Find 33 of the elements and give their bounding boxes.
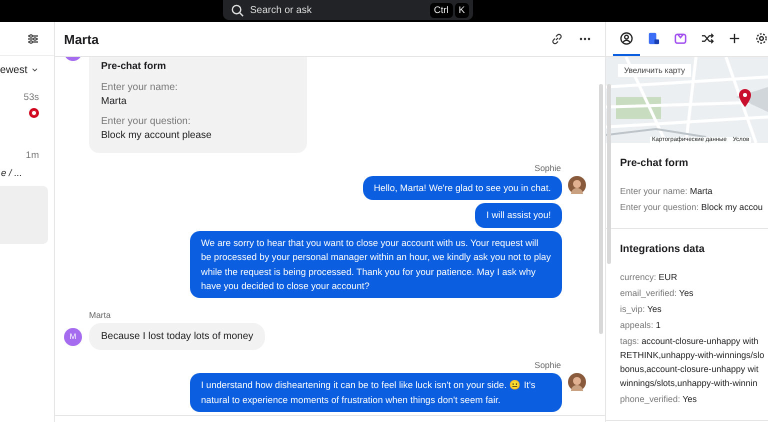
detail-row-text: is_vip: Yes	[620, 303, 663, 316]
field-label: Enter your name:	[101, 82, 179, 93]
conversation-time: 53s	[24, 92, 39, 103]
field-value: Block my account please	[101, 130, 213, 141]
detail-row-text: phone_verified: Yes	[620, 393, 698, 406]
detail-row-text: Enter your name: Marta	[620, 185, 714, 198]
detail-row-text: tags: account-closure-unhappy with RETHINK,unhappy-with-winnings/slo bonus,account-closure-unhappy wit winnings/slots,unhappy-with-winnin	[620, 335, 766, 390]
field-value: Marta	[101, 96, 128, 107]
sender-name: Sophie	[534, 360, 561, 370]
section-title: Integrations data	[620, 243, 706, 255]
conversation-preview: e / ...	[1, 168, 22, 179]
detail-row-text: email_verified: Yes	[620, 287, 694, 300]
zoom-map-button[interactable]: Увеличить карту	[618, 64, 691, 77]
avatar: M	[64, 328, 82, 346]
section-title: Pre-chat form	[620, 157, 690, 169]
message-bubble: Hello, Marta! We're glad to see you in chat.	[362, 176, 562, 200]
detail-row-text: currency: EUR	[620, 271, 678, 284]
sender-name: Marta	[89, 310, 112, 320]
message-bubble: Because I lost today lots of money	[89, 323, 266, 350]
detail-row-text: Enter your question: Block my accou	[620, 201, 764, 214]
message-bubble: I understand how disheartening it can be to feel like luck isn't on your side. 😐 It's natural to experience moments of frustration when things don't seem fair.	[190, 373, 562, 412]
chat-title: Marta	[64, 32, 100, 46]
search-field[interactable]: Search or ask Ctrl K	[223, 0, 473, 20]
message-bubble: We are sorry to hear that you want to close your account with us. Your request will be processed by your personal manager within an hour, we kindly ask you not to play while the request is being processed. Thank you for your patience. May I ask why have you decided to close your account?	[190, 230, 562, 298]
shortcut-key: K	[454, 2, 469, 18]
conversation-time: 1m	[26, 150, 39, 161]
detail-row-text: appeals: 1	[620, 319, 662, 332]
sender-name: Sophie	[534, 163, 561, 173]
sort-dropdown[interactable]: ewest	[0, 64, 28, 76]
field-label: Enter your question:	[101, 116, 192, 127]
message-bubble: I will assist you!	[475, 203, 562, 228]
form-title: Pre-chat form	[101, 61, 168, 72]
shortcut-key: Ctrl	[430, 2, 453, 18]
